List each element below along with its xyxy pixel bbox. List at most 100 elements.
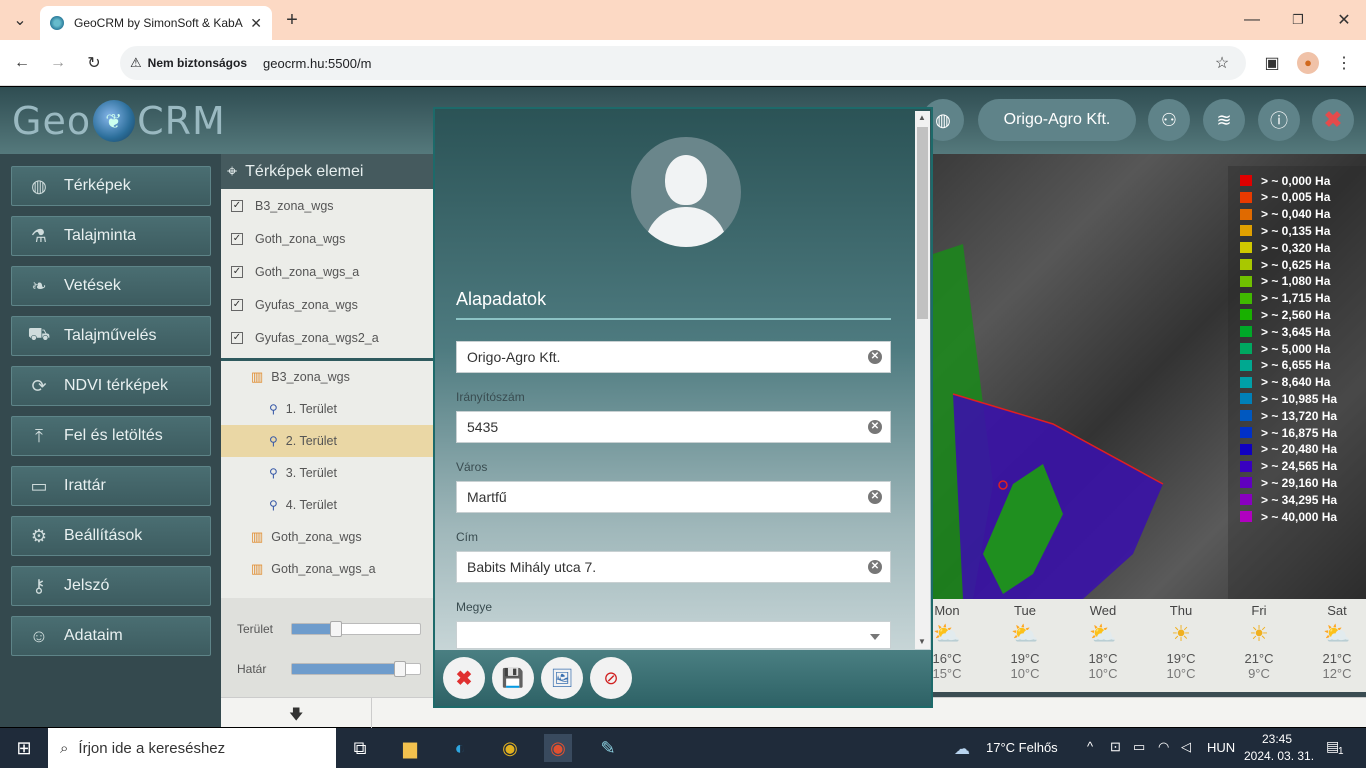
task-view-icon[interactable]: ⧉ xyxy=(346,734,374,762)
layer-checkbox-row[interactable]: ✓ Gyufas_zona_wgs2_a xyxy=(221,321,435,354)
arrow-down-icon[interactable]: 🡇 xyxy=(289,704,303,728)
back-icon[interactable]: ← xyxy=(10,51,34,75)
profile-avatar-icon[interactable]: ● xyxy=(1297,52,1319,74)
zip-value[interactable]: 5435 xyxy=(467,419,498,435)
scrollbar-thumb[interactable] xyxy=(917,127,928,319)
speaker-icon[interactable]: ◁ xyxy=(1181,739,1191,755)
layer-checkbox-row[interactable]: ✓ B3_zona_wgs xyxy=(221,189,435,222)
layer-group-item[interactable]: ▥ Goth_zona_wgs_a xyxy=(221,553,435,585)
sidebar-item-8[interactable]: ⚷ Jelszó xyxy=(11,566,211,606)
area-slider[interactable] xyxy=(291,623,421,635)
forward-icon[interactable]: → xyxy=(46,51,70,75)
clock-date[interactable]: 2024. 03. 31. xyxy=(1244,749,1314,763)
scroll-up-icon[interactable]: ▲ xyxy=(918,113,926,122)
address-value[interactable]: Babits Mihály utca 7. xyxy=(467,559,596,575)
checkbox-icon[interactable]: ✓ xyxy=(231,331,243,344)
user-icon: ⚇ xyxy=(1160,109,1178,130)
area-item[interactable]: ⚲ 3. Terület xyxy=(221,457,435,489)
app-close-button[interactable]: ✖ xyxy=(1312,99,1354,141)
windows-start-icon[interactable]: ⊞ xyxy=(10,734,38,762)
language-indicator[interactable]: HUN xyxy=(1207,740,1235,755)
border-slider-handle[interactable] xyxy=(393,661,406,677)
tray-chevron-icon[interactable]: ^ xyxy=(1087,739,1093,754)
close-button[interactable]: ✖ xyxy=(443,657,485,699)
reload-icon[interactable]: ↻ xyxy=(82,51,106,75)
save-button[interactable]: 💾 xyxy=(492,657,534,699)
sidebar-item-3[interactable]: ⛟ Talajművelés xyxy=(11,316,211,356)
browser-tab[interactable]: GeoCRM by SimonSoft & KabA ✕ xyxy=(40,6,272,40)
clock-time[interactable]: 23:45 xyxy=(1262,732,1292,746)
legend-swatch xyxy=(1240,460,1252,472)
security-label[interactable]: Nem biztonságos xyxy=(148,56,247,70)
chrome-icon[interactable]: ◉ xyxy=(496,734,524,762)
url-box[interactable]: ⚠ Nem biztonságos geocrm.hu:5500/m xyxy=(120,46,1246,80)
layer-checkbox-row[interactable]: ✓ Goth_zona_wgs xyxy=(221,222,435,255)
checkbox-icon[interactable]: ✓ xyxy=(231,298,243,311)
avatar[interactable] xyxy=(631,137,741,247)
tray-meet-icon[interactable]: ⊡ xyxy=(1110,739,1121,755)
scroll-down-icon[interactable]: ▼ xyxy=(918,637,926,646)
cancel-button[interactable]: ⊘ xyxy=(590,657,632,699)
sidebar-item-4[interactable]: ⟳ NDVI térképek xyxy=(11,366,211,406)
user-button[interactable]: ⚇ xyxy=(1148,99,1190,141)
legend-row: > ~ 2,560 Ha xyxy=(1240,306,1330,323)
area-item[interactable]: ⚲ 2. Terület xyxy=(221,425,435,457)
sidebar-item-0[interactable]: ◍ Térképek xyxy=(11,166,211,206)
modal-scrollbar[interactable]: ▲ ▼ xyxy=(915,111,930,649)
battery-icon[interactable]: ▭ xyxy=(1133,739,1145,755)
county-select[interactable] xyxy=(456,621,891,649)
sidebar-item-6[interactable]: ▭ Irattár xyxy=(11,466,211,506)
layer-checkbox-row[interactable]: ✓ Gyufas_zona_wgs xyxy=(221,288,435,321)
clear-icon[interactable]: ✕ xyxy=(868,560,882,574)
sidebar-item-7[interactable]: ⚙ Beállítások xyxy=(11,516,211,556)
layer-checkbox-row[interactable]: ✓ Goth_zona_wgs_a xyxy=(221,255,435,288)
sidebar-item-1[interactable]: ⚗ Talajminta xyxy=(11,216,211,256)
city-field[interactable]: Martfű ✕ xyxy=(456,481,891,513)
layer-group-item[interactable]: ▥ Goth_zona_wgs xyxy=(221,521,435,553)
taskbar-search[interactable]: ⌕ Írjon ide a kereséshez xyxy=(48,728,336,768)
city-value[interactable]: Martfű xyxy=(467,489,507,505)
legend-row: > ~ 0,000 Ha xyxy=(1240,172,1330,189)
window-close-icon[interactable]: ✕ xyxy=(1332,8,1356,32)
checkbox-icon[interactable]: ✓ xyxy=(231,232,243,245)
area-item[interactable]: ⚲ 1. Terület xyxy=(221,393,435,425)
image-button[interactable]: 🖼 xyxy=(541,657,583,699)
area-item[interactable]: ⚲ 4. Terület xyxy=(221,489,435,521)
new-tab-icon[interactable]: + xyxy=(280,8,304,32)
bookmark-star-icon[interactable]: ☆ xyxy=(1210,51,1234,75)
chrome-active-icon[interactable]: ◉ xyxy=(544,734,572,762)
dropdown-arrow-icon[interactable] xyxy=(870,634,880,640)
legend-swatch xyxy=(1240,242,1252,254)
sidebar-item-5[interactable]: ⤒ Fel és letöltés xyxy=(11,416,211,456)
user-icon: ☺ xyxy=(29,625,49,646)
address-field[interactable]: Babits Mihály utca 7. ✕ xyxy=(456,551,891,583)
organization-button[interactable]: Origo-Agro Kft. xyxy=(978,99,1136,141)
minimize-icon[interactable]: — xyxy=(1240,8,1264,32)
checkbox-icon[interactable]: ✓ xyxy=(231,265,243,278)
restore-icon[interactable]: ❐ xyxy=(1286,8,1310,32)
tab-list-chevron-icon[interactable]: ⌄ xyxy=(8,8,32,32)
paint-icon[interactable]: ✎ xyxy=(594,734,622,762)
edge-icon[interactable]: ◐ xyxy=(446,734,474,762)
taskbar-weather[interactable]: 17°C Felhős xyxy=(986,740,1058,755)
area-slider-handle[interactable] xyxy=(329,621,342,637)
file-explorer-icon[interactable]: ▆ xyxy=(396,734,424,762)
company-name-value[interactable]: Origo-Agro Kft. xyxy=(467,349,560,365)
clear-icon[interactable]: ✕ xyxy=(868,490,882,504)
layer-group-item[interactable]: ▥ B3_zona_wgs xyxy=(221,361,435,393)
zip-field[interactable]: 5435 ✕ xyxy=(456,411,891,443)
tab-close-icon[interactable]: ✕ xyxy=(250,15,262,32)
side-panel-icon[interactable]: ▣ xyxy=(1260,51,1284,75)
company-name-field[interactable]: Origo-Agro Kft. ✕ xyxy=(456,341,891,373)
sidebar-item-9[interactable]: ☺ Adataim xyxy=(11,616,211,656)
clear-icon[interactable]: ✕ xyxy=(868,420,882,434)
clear-icon[interactable]: ✕ xyxy=(868,350,882,364)
layers-button[interactable]: ≋ xyxy=(1203,99,1245,141)
weather-forecast: Mon ⛅ 16°C 15°C Tue ⛅ 19°C 10°C Wed ⛅ 18°C 10°C Thu ☀… xyxy=(933,599,1366,692)
url-text[interactable]: geocrm.hu:5500/m xyxy=(263,56,371,71)
menu-kebab-icon[interactable]: ⋮ xyxy=(1332,51,1356,75)
checkbox-icon[interactable]: ✓ xyxy=(231,199,243,212)
wifi-icon[interactable]: ◠ xyxy=(1158,739,1169,755)
info-button[interactable]: ⓘ xyxy=(1258,99,1300,141)
sidebar-item-2[interactable]: ❧ Vetések xyxy=(11,266,211,306)
